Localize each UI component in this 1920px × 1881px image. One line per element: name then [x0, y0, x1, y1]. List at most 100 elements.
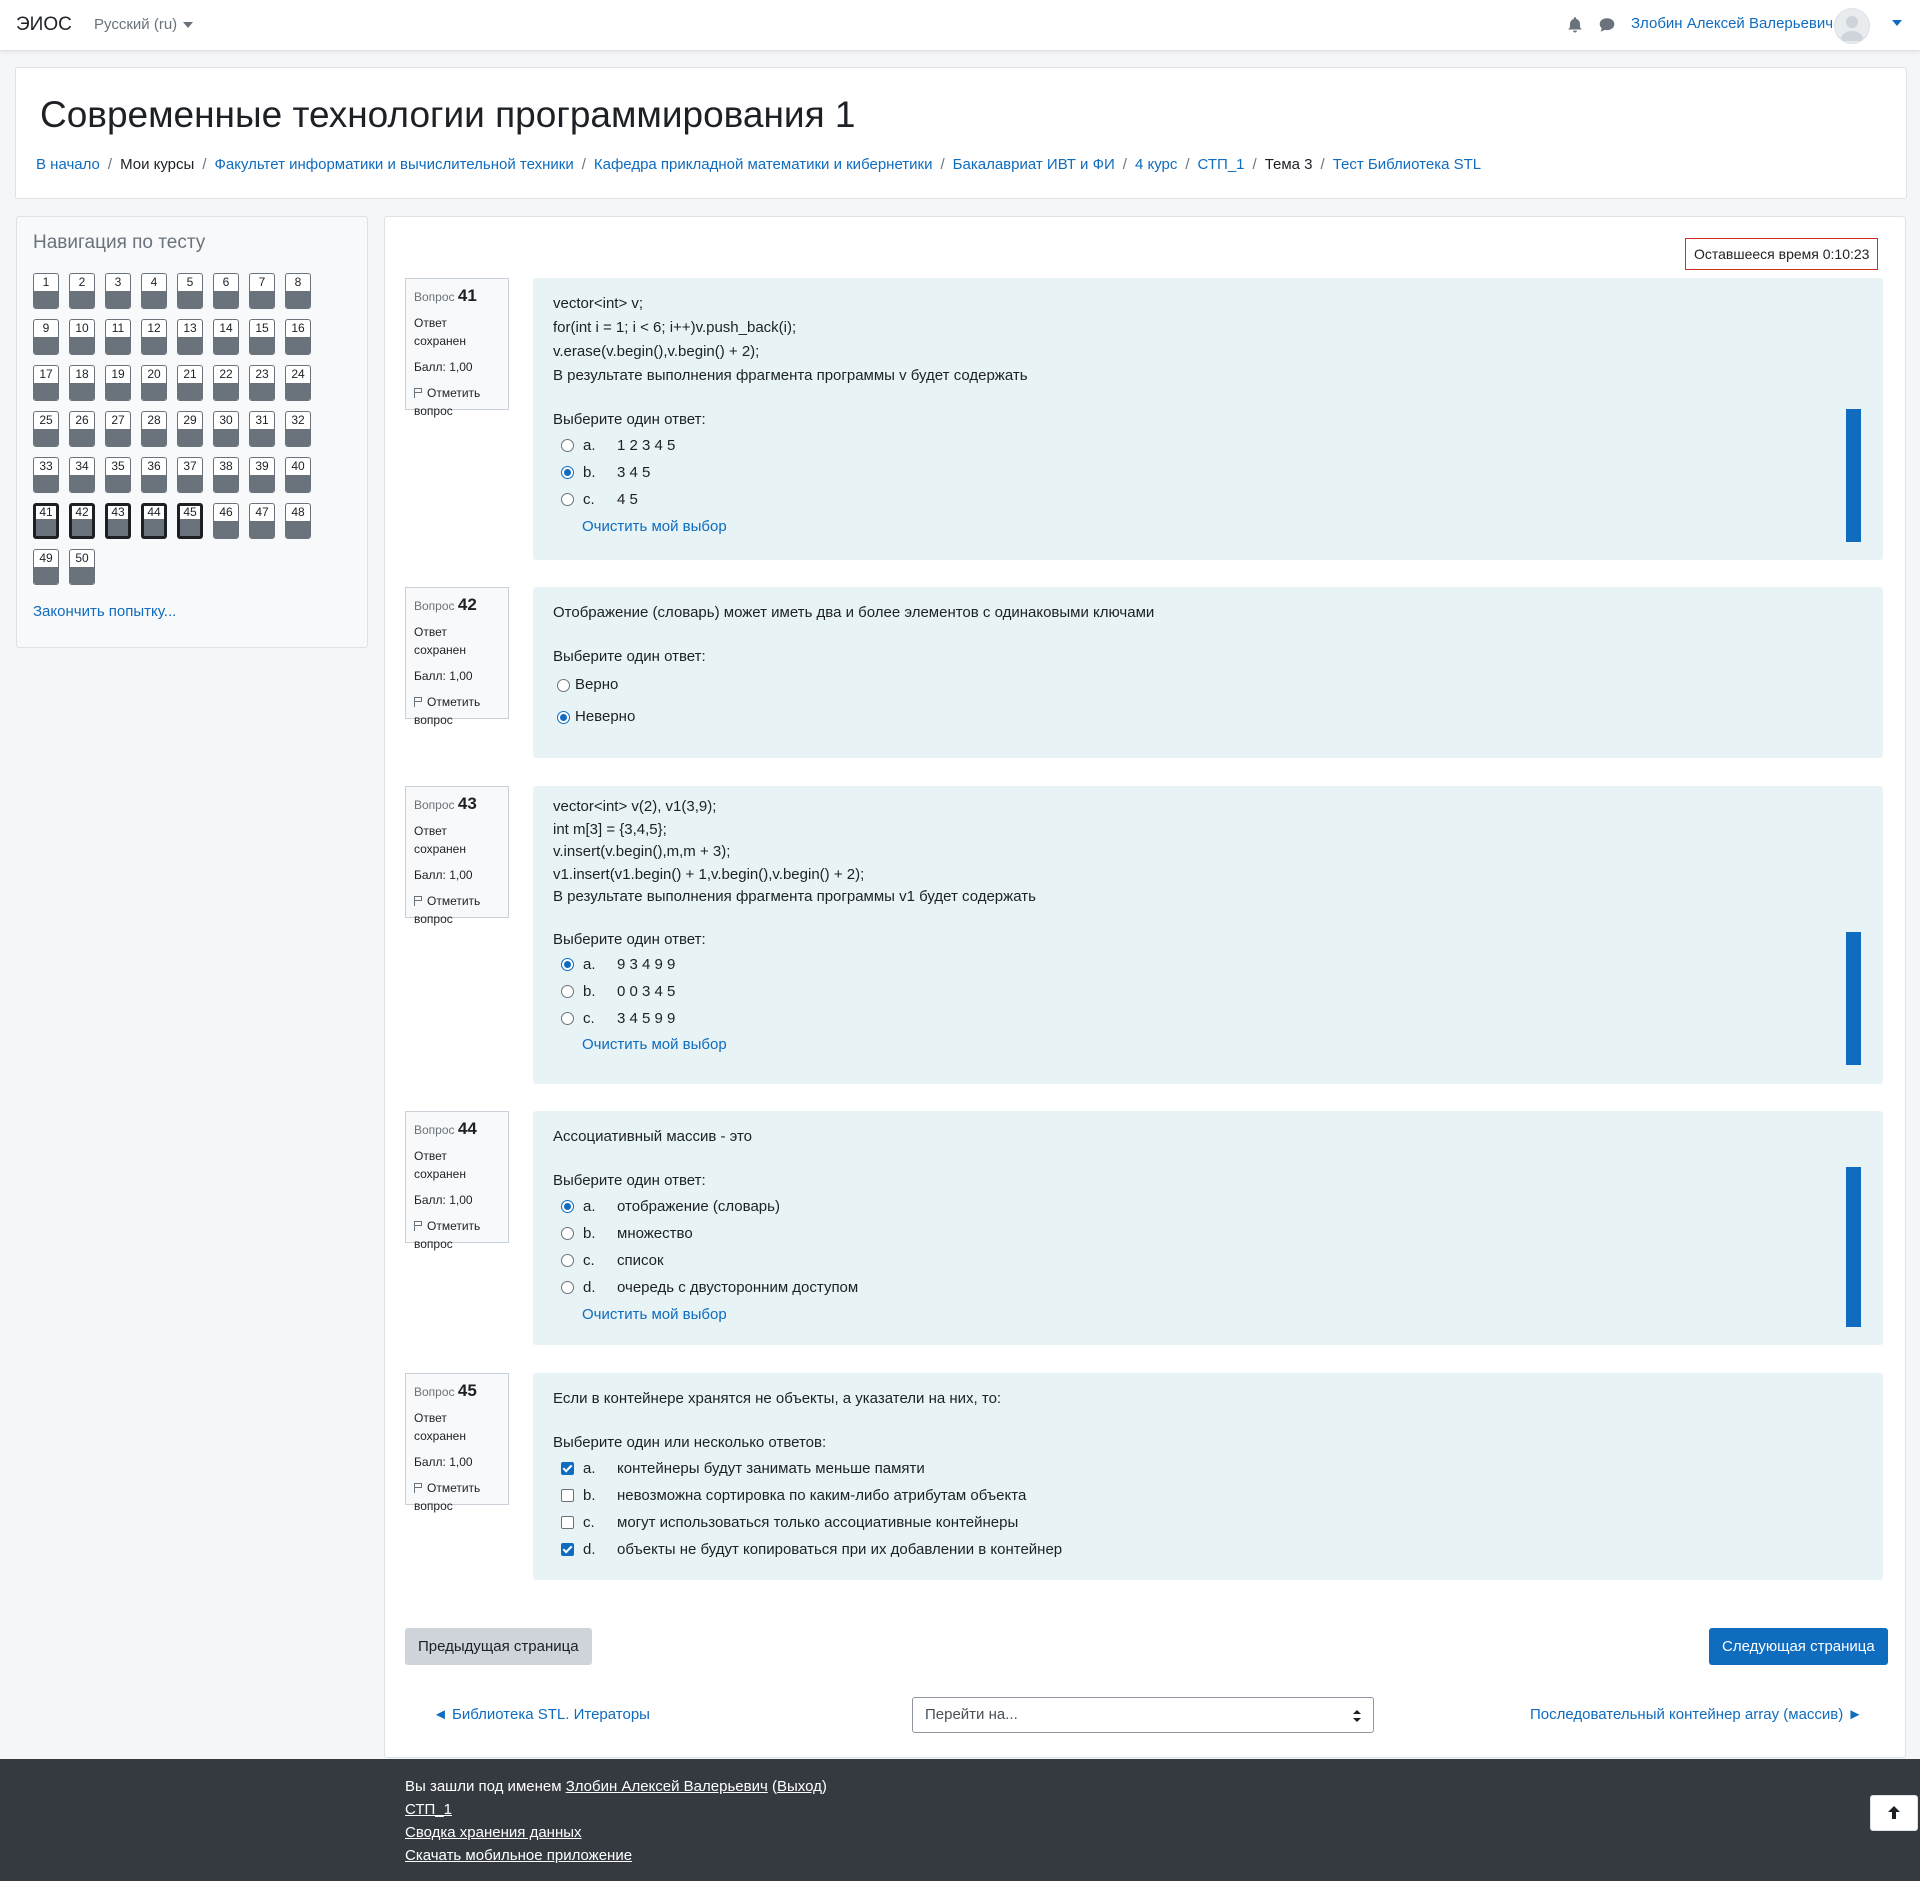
breadcrumb-quiz[interactable]: Тест Библиотека STL — [1333, 156, 1481, 173]
question-nav-button[interactable]: 17 — [33, 365, 59, 401]
question-nav-button[interactable]: 31 — [249, 411, 275, 447]
question-nav-button[interactable]: 11 — [105, 319, 131, 355]
radio-button[interactable] — [561, 985, 574, 998]
question-nav-button[interactable]: 50 — [69, 549, 95, 585]
radio-button[interactable] — [561, 1281, 574, 1294]
answer-option[interactable]: a. контейнеры будут занимать меньше памят… — [561, 1455, 1863, 1482]
language-menu[interactable]: Русский (ru) — [94, 16, 194, 33]
question-nav-button[interactable]: 29 — [177, 411, 203, 447]
radio-button-selected[interactable] — [561, 1200, 574, 1213]
radio-button-selected[interactable] — [561, 958, 574, 971]
question-nav-button[interactable]: 8 — [285, 273, 311, 309]
breadcrumb-program[interactable]: Бакалавриат ИВТ и ФИ — [953, 156, 1115, 173]
previous-page-button[interactable]: Предыдущая страница — [405, 1628, 592, 1665]
question-nav-button[interactable]: 39 — [249, 457, 275, 493]
breadcrumb-department[interactable]: Кафедра прикладной математики и кибернет… — [594, 156, 933, 173]
answer-option-false[interactable]: Неверно — [557, 701, 1863, 733]
footer-user-link[interactable]: Злобин Алексей Валерьевич — [566, 1778, 768, 1795]
question-nav-button[interactable]: 3 — [105, 273, 131, 309]
avatar[interactable] — [1834, 8, 1870, 44]
answer-option[interactable]: c. список — [561, 1247, 1863, 1274]
question-nav-button[interactable]: 36 — [141, 457, 167, 493]
radio-button[interactable] — [561, 1012, 574, 1025]
answer-option[interactable]: a. 1 2 3 4 5 — [561, 432, 1863, 459]
question-nav-button[interactable]: 25 — [33, 411, 59, 447]
question-nav-button[interactable]: 47 — [249, 503, 275, 539]
clear-choice-link[interactable]: Очистить мой выбор — [582, 515, 1863, 539]
chat-icon[interactable] — [1598, 16, 1616, 34]
answer-option[interactable]: b. 0 0 3 4 5 — [561, 978, 1863, 1005]
data-retention-summary-link[interactable]: Сводка хранения данных — [405, 1824, 582, 1841]
question-nav-button[interactable]: 49 — [33, 549, 59, 585]
next-page-button[interactable]: Следующая страница — [1709, 1628, 1888, 1665]
question-nav-button[interactable]: 48 — [285, 503, 311, 539]
question-nav-button[interactable]: 35 — [105, 457, 131, 493]
user-menu-chevron-icon[interactable] — [1892, 20, 1902, 26]
answer-option[interactable]: a. отображение (словарь) — [561, 1193, 1863, 1220]
radio-button[interactable] — [561, 1227, 574, 1240]
breadcrumb-home[interactable]: В начало — [36, 156, 100, 173]
question-nav-button[interactable]: 28 — [141, 411, 167, 447]
question-nav-button[interactable]: 44 — [141, 503, 167, 539]
radio-button[interactable] — [561, 1254, 574, 1267]
breadcrumb-faculty[interactable]: Факультет информатики и вычислительной т… — [214, 156, 573, 173]
finish-attempt-link[interactable]: Закончить попытку... — [33, 603, 176, 620]
bell-icon[interactable] — [1566, 16, 1584, 34]
question-nav-button[interactable]: 16 — [285, 319, 311, 355]
flag-question-toggle[interactable]: Отметить вопрос — [414, 693, 500, 729]
question-nav-button[interactable]: 24 — [285, 365, 311, 401]
question-nav-button[interactable]: 22 — [213, 365, 239, 401]
question-nav-button[interactable]: 2 — [69, 273, 95, 309]
question-nav-button[interactable]: 38 — [213, 457, 239, 493]
question-nav-button[interactable]: 1 — [33, 273, 59, 309]
answer-option[interactable]: c. 3 4 5 9 9 — [561, 1005, 1863, 1032]
question-nav-button[interactable]: 18 — [69, 365, 95, 401]
question-nav-button[interactable]: 26 — [69, 411, 95, 447]
breadcrumb-year[interactable]: 4 курс — [1135, 156, 1177, 173]
radio-button[interactable] — [557, 679, 570, 692]
question-nav-button[interactable]: 6 — [213, 273, 239, 309]
question-nav-button[interactable]: 21 — [177, 365, 203, 401]
flag-question-toggle[interactable]: Отметить вопрос — [414, 384, 500, 420]
user-menu-name[interactable]: Злобин Алексей Валерьевич — [1631, 15, 1833, 32]
question-nav-button[interactable]: 41 — [33, 503, 59, 539]
flag-question-toggle[interactable]: Отметить вопрос — [414, 892, 500, 928]
footer-course-link[interactable]: СТП_1 — [405, 1801, 452, 1818]
answer-option[interactable]: a. 9 3 4 9 9 — [561, 951, 1863, 978]
question-nav-button[interactable]: 34 — [69, 457, 95, 493]
answer-option[interactable]: c. могут использоваться только ассоциатив… — [561, 1509, 1863, 1536]
answer-option[interactable]: d. объекты не будут копироваться при их д… — [561, 1536, 1863, 1563]
question-nav-button[interactable]: 42 — [69, 503, 95, 539]
answer-option-true[interactable]: Верно — [557, 669, 1863, 701]
question-nav-button[interactable]: 5 — [177, 273, 203, 309]
radio-button-selected[interactable] — [557, 711, 570, 724]
jump-to-select[interactable]: Перейти на... — [912, 1697, 1374, 1733]
question-nav-button[interactable]: 4 — [141, 273, 167, 309]
checkbox[interactable] — [561, 1489, 574, 1502]
question-nav-button[interactable]: 19 — [105, 365, 131, 401]
radio-button[interactable] — [561, 439, 574, 452]
flag-question-toggle[interactable]: Отметить вопрос — [414, 1479, 500, 1515]
radio-button-selected[interactable] — [561, 466, 574, 479]
answer-option[interactable]: c. 4 5 — [561, 486, 1863, 513]
question-nav-button[interactable]: 20 — [141, 365, 167, 401]
checkbox-checked[interactable] — [561, 1462, 574, 1475]
question-nav-button[interactable]: 10 — [69, 319, 95, 355]
logout-link[interactable]: Выход — [777, 1778, 822, 1795]
question-nav-button[interactable]: 43 — [105, 503, 131, 539]
answer-option[interactable]: b. 3 4 5 — [561, 459, 1863, 486]
question-nav-button[interactable]: 30 — [213, 411, 239, 447]
breadcrumb-course[interactable]: СТП_1 — [1198, 156, 1245, 173]
answer-option[interactable]: d. очередь с двусторонним доступом — [561, 1274, 1863, 1301]
question-nav-button[interactable]: 23 — [249, 365, 275, 401]
answer-option[interactable]: b. множество — [561, 1220, 1863, 1247]
answer-option[interactable]: b. невозможна сортировка по каким-либо ат… — [561, 1482, 1863, 1509]
question-nav-button[interactable]: 32 — [285, 411, 311, 447]
question-nav-button[interactable]: 27 — [105, 411, 131, 447]
question-nav-button[interactable]: 45 — [177, 503, 203, 539]
clear-choice-link[interactable]: Очистить мой выбор — [582, 1034, 1863, 1057]
question-nav-button[interactable]: 7 — [249, 273, 275, 309]
question-nav-button[interactable]: 13 — [177, 319, 203, 355]
flag-question-toggle[interactable]: Отметить вопрос — [414, 1217, 500, 1253]
site-brand[interactable]: ЭИОС — [16, 14, 72, 36]
